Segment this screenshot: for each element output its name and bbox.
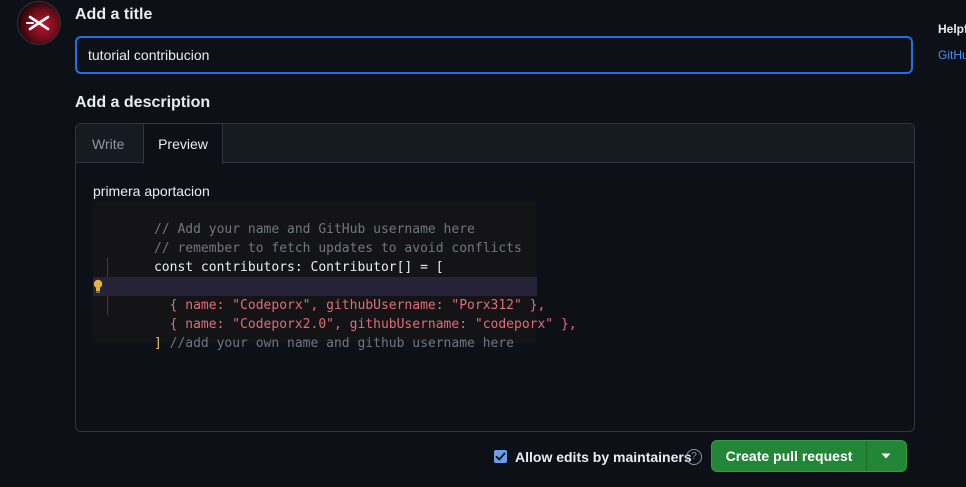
code-line: { name: "Codeporx", githubUsername: "Por… <box>93 258 550 313</box>
help-title: Helpf <box>938 22 966 36</box>
editor-tabbar: Write Preview <box>76 124 914 164</box>
create-pr-button-group: Create pull request <box>711 440 907 472</box>
help-link[interactable]: GitHu <box>938 48 966 62</box>
question-circle-icon[interactable]: ? <box>686 449 702 465</box>
avatar[interactable] <box>18 2 60 44</box>
code-line: const contributors: Contributor[] = [ <box>93 239 550 275</box>
code-text: //add your own name and github username … <box>153 336 514 351</box>
allow-edits-label[interactable]: Allow edits by maintainers <box>515 449 692 465</box>
code-line: // remember to fetch updates to avoid co… <box>93 220 550 256</box>
create-pr-dropdown-button[interactable] <box>867 441 906 471</box>
code-text: ] <box>153 336 162 351</box>
description-editor: Write Preview primera aportacion // Add … <box>75 123 915 432</box>
code-line-highlighted: { name: "Codeporx2.0", githubUsername: "… <box>93 277 577 332</box>
indent-guide <box>107 296 108 315</box>
indent-guide <box>107 258 108 277</box>
preview-text: primera aportacion <box>93 183 210 199</box>
lightbulb-icon[interactable] <box>93 279 103 293</box>
tab-write[interactable]: Write <box>76 124 140 163</box>
check-icon <box>495 452 506 461</box>
triangle-down-icon <box>881 453 891 459</box>
code-block: // Add your name and GitHub username her… <box>93 201 577 351</box>
code-line: // Add your name and GitHub username her… <box>93 201 550 237</box>
code-line: ] <box>93 315 550 351</box>
allow-edits-checkbox[interactable] <box>494 450 507 463</box>
code-line: //add your own name and github username … <box>93 296 550 351</box>
tab-preview[interactable]: Preview <box>143 124 223 164</box>
create-pr-button[interactable]: Create pull request <box>712 441 866 471</box>
title-input[interactable] <box>75 36 913 74</box>
title-label: Add a title <box>75 6 153 23</box>
description-label: Add a description <box>75 94 211 111</box>
avatar-icon <box>26 15 50 31</box>
